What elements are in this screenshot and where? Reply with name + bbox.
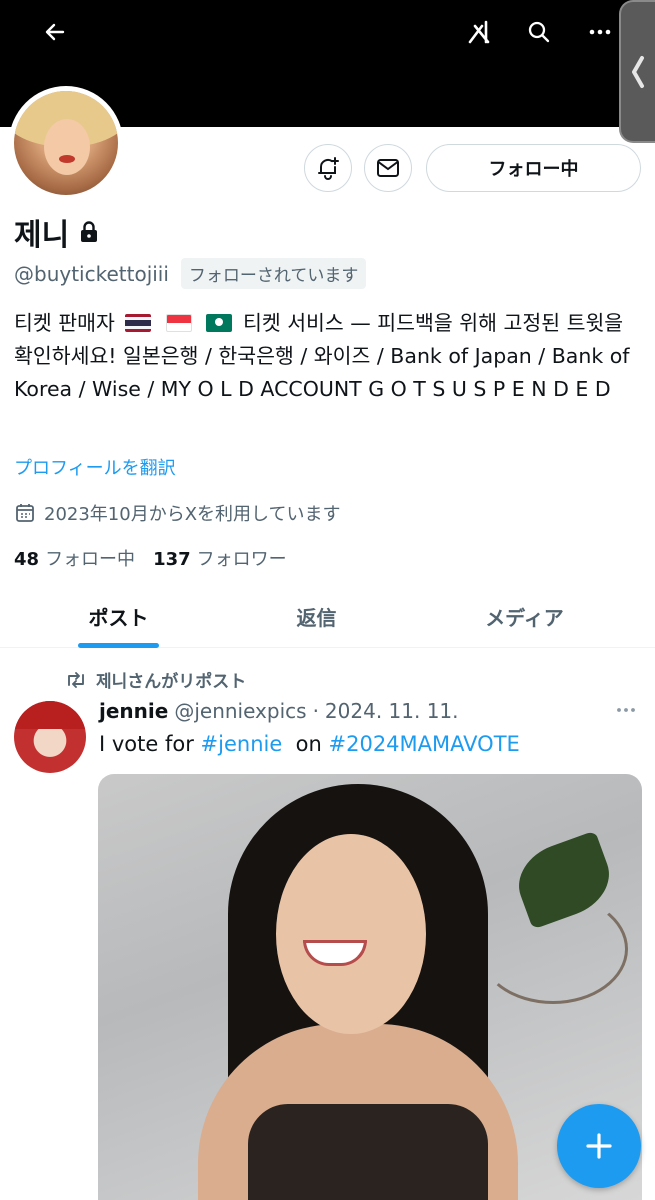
- calendar-icon: [16, 504, 34, 522]
- follows-you-badge: フォローされています: [180, 258, 367, 289]
- more-horizontal-icon: [617, 708, 635, 712]
- following-label: フォロー中: [45, 549, 136, 570]
- profile-tabs: ポスト 返信 メディア: [0, 584, 655, 648]
- post-header: jennie @jenniexpics · 2024. 11. 11.: [99, 699, 459, 723]
- back-button[interactable]: [37, 14, 73, 50]
- side-panel-handle[interactable]: [619, 0, 655, 143]
- bell-plus-icon: [318, 157, 339, 180]
- followers-count-link[interactable]: 137 フォロワー: [153, 545, 287, 571]
- message-button[interactable]: [364, 144, 412, 192]
- following-button[interactable]: フォロー中: [426, 144, 641, 192]
- joined-text: 2023年10月からXを利用しています: [44, 504, 341, 525]
- singapore-flag-icon: [165, 314, 192, 332]
- post-separator: ·: [312, 699, 319, 723]
- search-button[interactable]: [521, 14, 557, 50]
- macau-flag-icon: [206, 314, 233, 332]
- profile-avatar[interactable]: [9, 86, 123, 200]
- plus-icon: [586, 1133, 612, 1159]
- notifications-button[interactable]: [304, 144, 352, 192]
- envelope-icon: [377, 159, 399, 177]
- repost-label: 제니さんがリポスト: [96, 672, 247, 692]
- hashtag-mamavote[interactable]: #2024MAMAVOTE: [329, 732, 520, 756]
- followers-label: フォロワー: [196, 549, 287, 570]
- tab-media[interactable]: メディア: [446, 584, 603, 648]
- thailand-flag-icon: [125, 314, 152, 332]
- following-count-link[interactable]: 48 フォロー中: [14, 545, 135, 571]
- more-button[interactable]: [582, 14, 618, 50]
- profile-name: 제니: [14, 218, 70, 253]
- profile-handle-row: @buytickettojiii フォローされています: [14, 258, 367, 289]
- profile-handle: @buytickettojiii: [14, 261, 169, 286]
- tab-posts[interactable]: ポスト: [40, 584, 197, 648]
- lock-icon: [81, 221, 98, 242]
- post-more-button[interactable]: [614, 698, 638, 726]
- following-count: 48: [14, 549, 40, 570]
- profile-bio: 티켓 판매자 티켓 서비스 — 피드백을 위해 고정된 트윗을 확인하세요! 일…: [14, 307, 644, 406]
- post-text: I vote for #jennie on #2024MAMAVOTE: [99, 732, 520, 756]
- follow-counts: 48 フォロー中 137 フォロワー: [14, 545, 287, 571]
- profile-name-row: 제니: [14, 210, 99, 254]
- repost-indicator[interactable]: 제니さんがリポスト: [64, 667, 246, 692]
- repost-icon: [68, 671, 84, 688]
- grok-button[interactable]: [462, 14, 498, 50]
- tab-replies[interactable]: 返信: [238, 584, 395, 648]
- compose-post-button[interactable]: [557, 1104, 641, 1188]
- more-horizontal-icon: [589, 29, 611, 35]
- post-text-prefix: I vote for: [99, 732, 194, 756]
- joined-date: 2023年10月からXを利用しています: [14, 500, 341, 526]
- translate-profile-link[interactable]: プロフィールを翻訳: [14, 454, 176, 480]
- active-tab-indicator: [78, 643, 159, 648]
- search-icon: [528, 21, 550, 43]
- post-author-name[interactable]: jennie: [99, 699, 168, 723]
- post-text-mid: on: [295, 732, 322, 756]
- post-author-avatar[interactable]: [14, 701, 86, 773]
- followers-count: 137: [153, 549, 191, 570]
- arrow-left-icon: [45, 23, 65, 41]
- avatar-image: [14, 91, 118, 195]
- post-author-handle[interactable]: @jenniexpics: [174, 699, 306, 723]
- chevron-left-icon: [632, 55, 644, 88]
- bio-text-1: 티켓 판매자: [14, 311, 115, 335]
- x-grok-icon: [468, 20, 490, 44]
- post-date[interactable]: 2024. 11. 11.: [325, 699, 459, 723]
- hashtag-jennie[interactable]: #jennie: [201, 732, 283, 756]
